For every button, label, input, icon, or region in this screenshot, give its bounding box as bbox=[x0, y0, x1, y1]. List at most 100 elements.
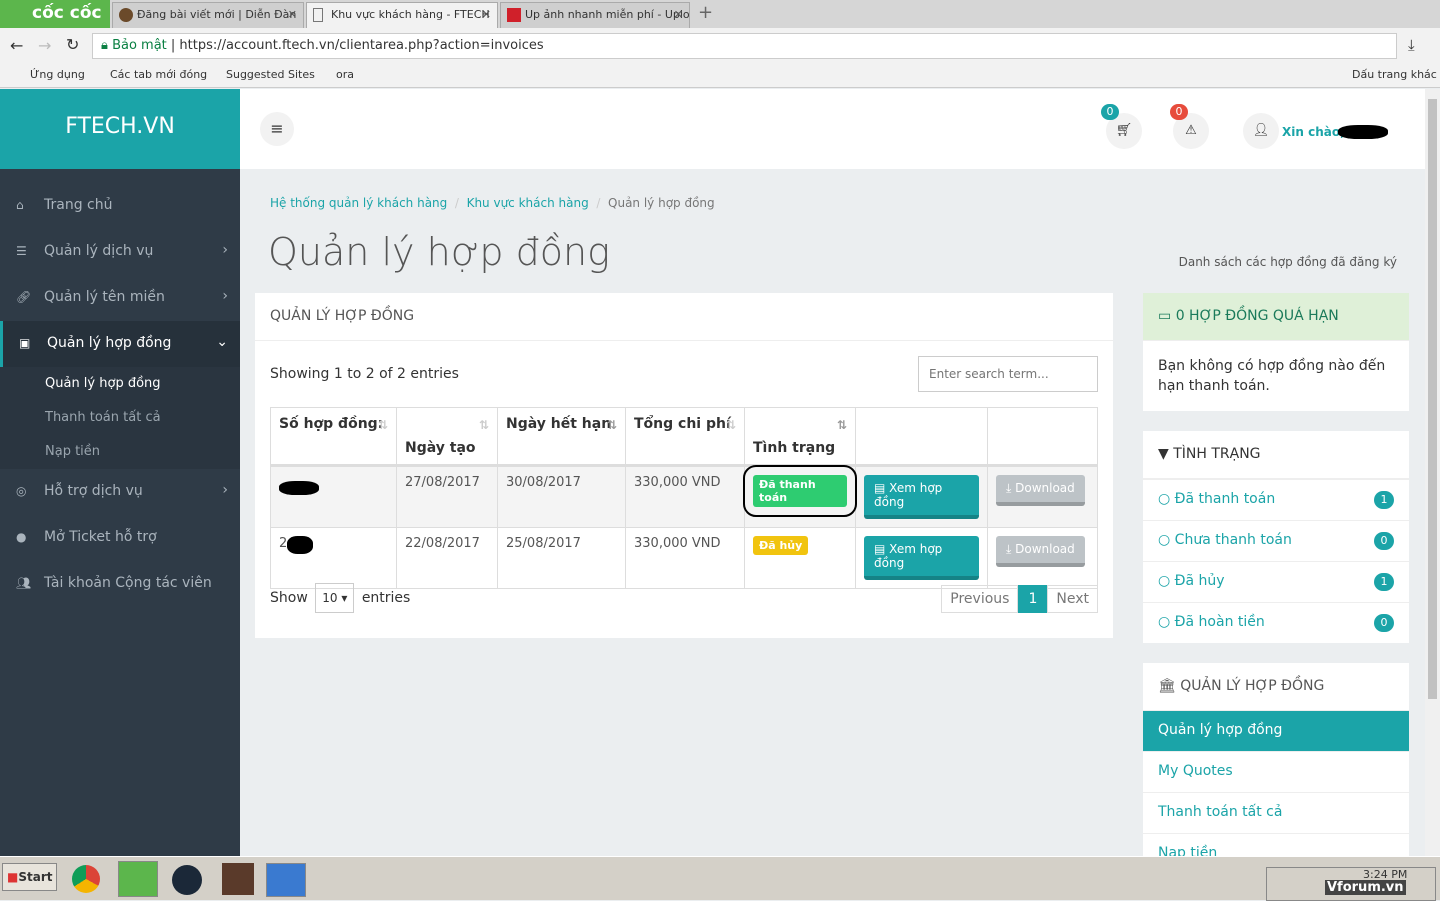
cell-number bbox=[270, 465, 397, 528]
col-status[interactable]: Tình trạng ⇅ bbox=[744, 407, 856, 467]
page-1-button[interactable]: 1 bbox=[1018, 585, 1048, 613]
prev-page-button[interactable]: Previous bbox=[941, 585, 1019, 613]
media-player-icon[interactable] bbox=[266, 863, 306, 897]
download-icon[interactable]: ⤓ bbox=[1408, 36, 1415, 54]
next-page-button[interactable]: Next bbox=[1047, 585, 1098, 613]
subnav-contracts[interactable]: Quản lý hợp đồng bbox=[0, 367, 240, 401]
filter-label: Chưa thanh toán bbox=[1174, 532, 1292, 548]
url-input[interactable]: 🔒︎ Bảo mật | https://account.ftech.vn/cl… bbox=[92, 33, 1397, 59]
bookmark-other[interactable]: Dấu trang khác bbox=[1352, 68, 1437, 81]
users-icon: 👥︎ bbox=[16, 576, 32, 590]
cart-badge: 0 bbox=[1101, 104, 1119, 120]
url-text: https://account.ftech.vn/clientarea.php?… bbox=[179, 38, 544, 53]
address-bar-row: ← → ↻ 🔒︎ Bảo mật | https://account.ftech… bbox=[0, 28, 1440, 64]
nav-support[interactable]: ◎ Hỗ trợ dịch vụ › bbox=[0, 469, 240, 515]
page-icon bbox=[313, 8, 323, 22]
status-badge: Đã hủy bbox=[753, 536, 809, 555]
overdue-title: ▭ 0 HỢP ĐỒNG QUÁ HẠN bbox=[1143, 293, 1409, 341]
cell-status: Đã hủy bbox=[744, 527, 856, 589]
chevron-down-icon: ⌄ bbox=[216, 334, 228, 350]
col-expires[interactable]: Ngày hết hạn ⇅ bbox=[497, 407, 626, 467]
nav-home[interactable]: ⌂ Trang chủ bbox=[0, 183, 240, 229]
bookmark[interactable]: Suggested Sites bbox=[226, 68, 315, 81]
forward-icon[interactable]: → bbox=[38, 36, 51, 55]
download-button[interactable]: ⤓ Download bbox=[996, 475, 1085, 506]
close-icon[interactable]: ✕ bbox=[482, 8, 491, 21]
server-icon: ☰ bbox=[16, 244, 27, 258]
nav-services[interactable]: ☰ Quản lý dịch vụ › bbox=[0, 229, 240, 275]
contract-icon: ▣ bbox=[19, 336, 31, 350]
start-button[interactable]: ■Start bbox=[2, 863, 58, 891]
system-tray: 3:24 PM Vforum.vn bbox=[1266, 867, 1436, 901]
bookmark[interactable]: ora bbox=[336, 68, 354, 81]
cell-expires: 25/08/2017 bbox=[497, 527, 626, 589]
status-panel: ▼ TÌNH TRẠNG ○ Đã thanh toán 1 ○ Chưa tha… bbox=[1143, 431, 1409, 643]
tab-upload[interactable]: Up ảnh nhanh miễn phí - Uplo ✕ bbox=[500, 2, 690, 28]
status-filter-unpaid[interactable]: ○ Chưa thanh toán 0 bbox=[1143, 520, 1409, 561]
download-button[interactable]: ⤓ Download bbox=[996, 536, 1085, 567]
redacted-username bbox=[1338, 125, 1388, 139]
tab-forum[interactable]: Đăng bài viết mới | Diễn Đàn ✕ bbox=[112, 2, 304, 28]
page-scrollbar[interactable] bbox=[1425, 89, 1440, 856]
close-icon[interactable]: ✕ bbox=[674, 8, 683, 21]
nav-domains[interactable]: 🔗︎ Quản lý tên miền › bbox=[0, 275, 240, 321]
cell-view: ▤ Xem hợp đồng bbox=[855, 465, 988, 528]
show-label: Show bbox=[270, 590, 308, 606]
title-text: QUẢN LÝ HỢP ĐỒNG bbox=[1180, 678, 1325, 694]
breadcrumb-link[interactable]: Hệ thống quản lý khách hàng bbox=[270, 196, 447, 210]
new-tab-button[interactable]: + bbox=[698, 2, 713, 23]
bookmark[interactable]: Các tab mới đóng bbox=[110, 68, 207, 81]
user-icon[interactable]: 👤︎ bbox=[1243, 113, 1279, 149]
scrollbar-thumb[interactable] bbox=[1428, 99, 1437, 699]
link-icon: 🔗︎ bbox=[16, 290, 32, 304]
breadcrumb-link[interactable]: Khu vực khách hàng bbox=[467, 196, 589, 210]
steam-icon[interactable] bbox=[172, 865, 202, 895]
bookmark[interactable]: Ứng dụng bbox=[30, 68, 85, 81]
manage-item-contracts[interactable]: Quản lý hợp đồng bbox=[1143, 710, 1409, 751]
site-brand[interactable]: FTECH.VN bbox=[0, 89, 240, 169]
chrome-icon[interactable] bbox=[72, 865, 100, 893]
coccoc-icon[interactable] bbox=[118, 861, 158, 897]
search-input[interactable] bbox=[918, 356, 1098, 392]
col-view bbox=[855, 407, 988, 467]
nav-label: Quản lý hợp đồng bbox=[47, 335, 172, 351]
game-icon[interactable] bbox=[222, 863, 254, 895]
view-contract-button[interactable]: ▤ Xem hợp đồng bbox=[864, 475, 979, 519]
page-size-control: Show 10 ▾ entries bbox=[270, 583, 410, 613]
redacted-number bbox=[287, 536, 314, 554]
col-created[interactable]: Ngày tạo ⇅ bbox=[396, 407, 498, 467]
status-filter-refunded[interactable]: ○ Đã hoàn tiền 0 bbox=[1143, 602, 1409, 643]
page-size-select[interactable]: 10 ▾ bbox=[315, 583, 355, 613]
col-number[interactable]: Số hợp đồng: ⇅ bbox=[270, 407, 397, 467]
col-label: Số hợp đồng: bbox=[279, 416, 384, 432]
close-icon[interactable]: ✕ bbox=[288, 8, 297, 21]
tab-title: Khu vực khách hàng - FTECH bbox=[331, 8, 490, 21]
sort-desc-icon: ⇅ bbox=[836, 418, 847, 432]
button-label: Download bbox=[1015, 542, 1075, 556]
user-greeting[interactable]: Xin chào, bbox=[1282, 125, 1345, 139]
subnav-topup[interactable]: Nạp tiền bbox=[0, 435, 240, 469]
download-icon: ⤓ bbox=[1006, 542, 1016, 556]
table-row: 27/08/2017 30/08/2017 330,000 VND Đã tha… bbox=[270, 465, 1098, 528]
title-text: TÌNH TRẠNG bbox=[1173, 446, 1261, 462]
entries-label: entries bbox=[361, 590, 411, 606]
manage-item-topup[interactable]: Nạp tiền bbox=[1143, 833, 1409, 856]
subnav-pay-all[interactable]: Thanh toán tất cả bbox=[0, 401, 240, 435]
sidebar: FTECH.VN ⌂ Trang chủ ☰ Quản lý dịch vụ › 🔗︎… bbox=[0, 89, 240, 856]
status-filter-paid[interactable]: ○ Đã thanh toán 1 bbox=[1143, 479, 1409, 520]
download-icon: ⤓ bbox=[1006, 481, 1016, 495]
tab-ftech[interactable]: Khu vực khách hàng - FTECH ✕ bbox=[306, 2, 498, 28]
home-icon: ⌂ bbox=[16, 198, 24, 212]
view-contract-button[interactable]: ▤ Xem hợp đồng bbox=[864, 536, 979, 580]
back-icon[interactable]: ← bbox=[10, 36, 23, 55]
status-filter-cancelled[interactable]: ○ Đã hủy 1 bbox=[1143, 561, 1409, 602]
nav-label: Mở Ticket hỗ trợ bbox=[44, 529, 157, 545]
reload-icon[interactable]: ↻ bbox=[66, 35, 79, 54]
nav-ticket[interactable]: ● Mở Ticket hỗ trợ bbox=[0, 515, 240, 561]
manage-item-pay-all[interactable]: Thanh toán tất cả bbox=[1143, 792, 1409, 833]
menu-toggle-icon[interactable]: ≡ bbox=[260, 112, 294, 146]
manage-item-quotes[interactable]: My Quotes bbox=[1143, 751, 1409, 792]
col-total[interactable]: Tổng chi phí ⇅ bbox=[625, 407, 745, 467]
nav-contracts[interactable]: ▣ Quản lý hợp đồng ⌄ bbox=[0, 321, 240, 367]
nav-affiliate[interactable]: 👥︎ Tài khoản Cộng tác viên bbox=[0, 561, 240, 607]
